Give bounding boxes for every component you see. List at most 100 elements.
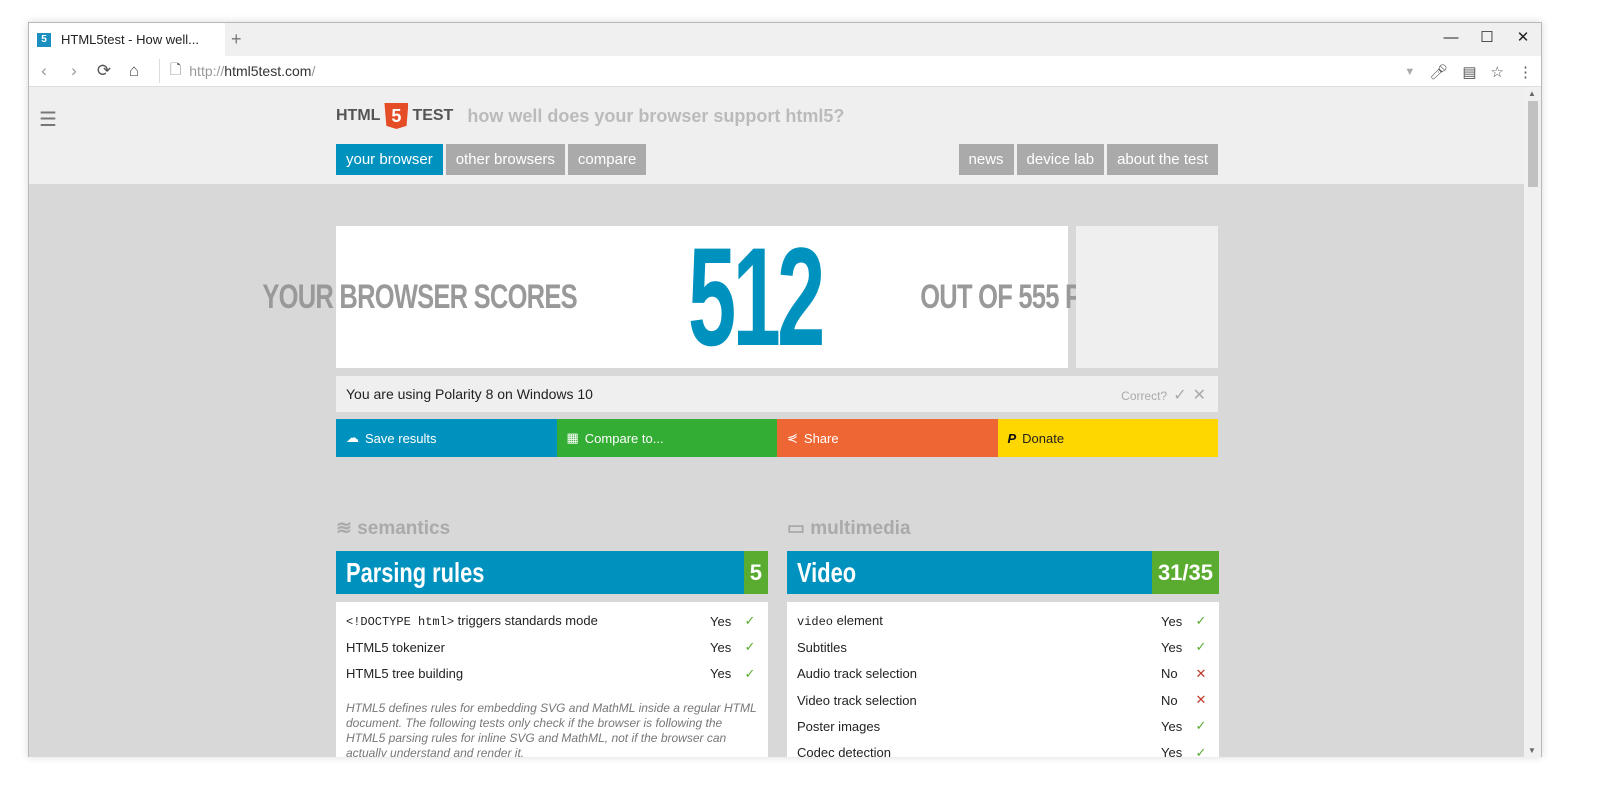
url-scheme: http:// <box>189 63 225 79</box>
new-tab-button[interactable]: + <box>231 29 242 50</box>
test-label: Subtitles <box>797 639 847 655</box>
dropdown-icon[interactable]: ▼ <box>1404 66 1415 78</box>
browser-detection: You are using Polarity 8 on Windows 10 C… <box>336 376 1218 412</box>
test-code: video <box>797 615 834 630</box>
confirm-check-icon[interactable]: ✓ <box>1173 387 1186 404</box>
score-panel: YOUR BROWSER SCORES 512 OUT OF 555 POINTS <box>262 218 1156 375</box>
nav-left: your browser other browsers compare <box>336 144 647 175</box>
score-prefix: YOUR BROWSER SCORES <box>262 277 577 316</box>
hamburger-icon[interactable]: ☰ <box>39 107 57 132</box>
share-button[interactable]: ⋞ Share <box>777 419 998 457</box>
check-icon: ✓ <box>1195 744 1207 757</box>
section-category: ▭ multimedia <box>787 517 911 540</box>
page-icon: 🗋 <box>170 61 182 77</box>
home-button[interactable]: ⌂ <box>119 61 149 81</box>
check-icon: ✓ <box>1195 639 1207 655</box>
semantics-icon: ≋ <box>336 518 352 539</box>
donate-button[interactable]: P Donate <box>997 419 1218 457</box>
check-icon: ✓ <box>1195 718 1207 734</box>
table-row: HTML5 tokenizer Yes ✓ <box>346 634 758 660</box>
test-label: Poster images <box>797 718 881 734</box>
maximize-button[interactable]: ☐ <box>1469 23 1505 53</box>
category-label: multimedia <box>810 518 911 539</box>
menu-icon[interactable]: ⋮ <box>1518 63 1533 81</box>
table-row: Audio track selection No ✕ <box>797 661 1209 687</box>
check-icon: ✓ <box>1195 613 1207 629</box>
cloud-upload-icon: ☁ <box>346 430 359 445</box>
category-label: semantics <box>357 518 451 539</box>
check-icon: ✓ <box>744 665 756 681</box>
test-label: element <box>833 613 883 629</box>
test-result: Yes <box>1161 613 1183 629</box>
test-name: Codec detection <box>797 745 1161 757</box>
test-name: video element <box>797 613 1161 629</box>
side-panel <box>1076 226 1218 368</box>
reader-icon[interactable]: ▤ <box>1462 63 1476 81</box>
address-bar[interactable]: 🗋 http://html5test.com / <box>159 59 315 83</box>
forward-button[interactable]: › <box>59 61 89 81</box>
compare-to-button[interactable]: ▦ Compare to... <box>556 419 777 457</box>
table-row: HTML5 tree building Yes ✓ <box>346 661 758 687</box>
section-header: Parsing rules 5 <box>336 551 768 594</box>
page: ☰ HTML 5 TEST how well does your browser su… <box>29 87 1525 757</box>
save-label: Save results <box>365 430 437 446</box>
scrollbar-thumb[interactable] <box>1528 101 1538 187</box>
table-row: Video track selection No ✕ <box>797 687 1209 713</box>
test-name: HTML5 tree building <box>346 666 710 681</box>
nav-compare[interactable]: compare <box>567 144 647 175</box>
check-icon: ✓ <box>744 639 756 655</box>
nav-device-lab[interactable]: device lab <box>1016 144 1105 175</box>
test-result: Yes <box>710 639 732 655</box>
nav-right: news device lab about the test <box>958 144 1218 175</box>
test-name: HTML5 tokenizer <box>346 640 710 655</box>
section-score: 31/35 <box>1151 551 1219 594</box>
test-result: Yes <box>710 613 732 629</box>
section-category: ≋ semantics <box>336 517 450 540</box>
test-name: Poster images <box>797 719 1161 734</box>
test-result: Yes <box>710 666 732 682</box>
logo-test: TEST <box>412 107 454 124</box>
vertical-scrollbar[interactable]: ▲ ▼ <box>1524 87 1541 757</box>
test-name: Audio track selection <box>797 666 1161 681</box>
reload-button[interactable]: ⟳ <box>89 61 119 81</box>
correct-label: Correct? <box>1121 389 1168 403</box>
action-bar: ☁ Save results ▦ Compare to... ⋞ Share P Don… <box>336 419 1218 457</box>
reject-x-icon[interactable]: ✕ <box>1193 387 1206 404</box>
html5-shield-icon: 5 <box>384 103 409 129</box>
test-label: HTML5 tree building <box>346 666 464 682</box>
url-path: / <box>311 63 316 79</box>
nav-news[interactable]: news <box>958 144 1014 175</box>
section-title: Video <box>797 557 857 588</box>
section-header: Video 31/35 <box>787 551 1219 594</box>
close-button[interactable]: ✕ <box>1505 23 1541 53</box>
table-row: Poster images Yes ✓ <box>797 713 1209 739</box>
nav-other-browsers[interactable]: other browsers <box>445 144 565 175</box>
save-results-button[interactable]: ☁ Save results <box>336 419 557 457</box>
test-result: Yes <box>1161 639 1183 655</box>
nav-your-browser[interactable]: your browser <box>336 144 443 175</box>
test-label: HTML5 tokenizer <box>346 639 445 655</box>
tab-bar: 5 HTML5test - How well... + — ☐ ✕ <box>29 23 1541 56</box>
browser-window: 5 HTML5test - How well... + — ☐ ✕ ‹ › ⟳ ⌂ 🗋… <box>28 22 1542 757</box>
site-header: ☰ HTML 5 TEST how well does your browser su… <box>29 87 1525 184</box>
scroll-up-arrow[interactable]: ▲ <box>1528 89 1536 98</box>
bookmark-star-icon[interactable]: ☆ <box>1491 63 1504 81</box>
tab-html5test[interactable]: 5 HTML5test - How well... <box>29 23 225 56</box>
microphone-icon[interactable]: 🎤︎ <box>1429 63 1448 81</box>
nav-about[interactable]: about the test <box>1107 144 1218 175</box>
tab-title: HTML5test - How well... <box>61 32 199 47</box>
back-button[interactable]: ‹ <box>29 61 59 81</box>
site-logo[interactable]: HTML 5 TEST how well does your browser supp… <box>336 103 844 129</box>
test-result: Yes <box>1161 745 1183 757</box>
table-row: video element Yes ✓ <box>797 608 1209 634</box>
section-title: Parsing rules <box>346 557 485 588</box>
test-result: No <box>1161 666 1178 682</box>
scroll-down-arrow[interactable]: ▼ <box>1528 746 1536 755</box>
multimedia-icon: ▭ <box>787 518 805 539</box>
test-label: Codec detection <box>797 745 891 757</box>
score-value: 512 <box>687 218 825 375</box>
test-label: triggers standards mode <box>454 613 598 629</box>
minimize-button[interactable]: — <box>1433 23 1469 53</box>
logo-html: HTML <box>336 107 381 124</box>
check-icon: ✓ <box>744 613 756 629</box>
